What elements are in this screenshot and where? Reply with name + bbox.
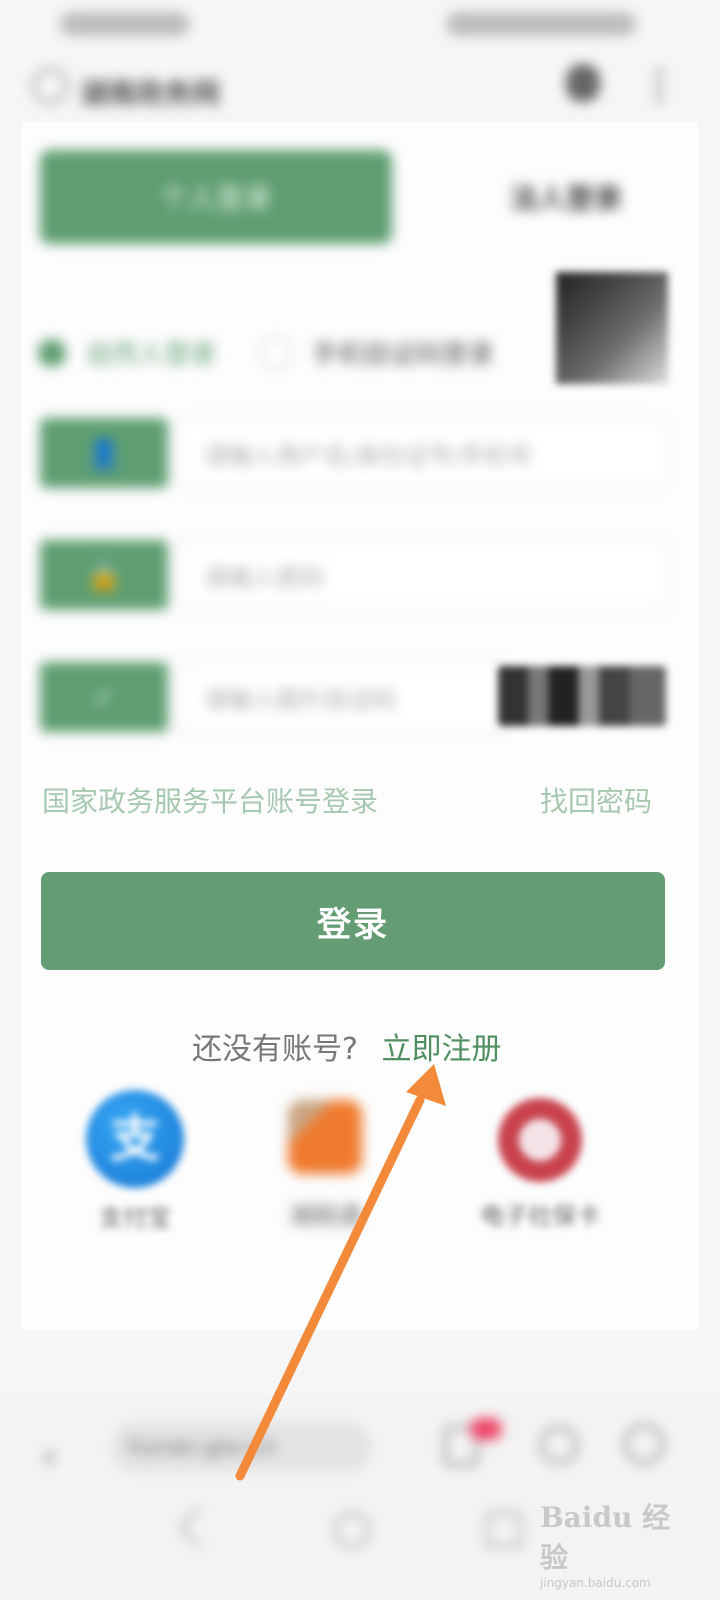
radio-checked-icon [38, 338, 66, 367]
radio-sms-login[interactable]: 手机验证码登录 [260, 334, 494, 371]
app-header: 湖南政务网 [0, 50, 720, 122]
watermark-url: jingyan.baidu.com [540, 1576, 651, 1590]
page-title: 湖南政务网 [80, 77, 221, 110]
status-bar [0, 0, 720, 50]
tab-personal-login[interactable]: 个人登录 [40, 150, 392, 244]
login-button[interactable]: 登录 [41, 872, 665, 970]
register-prompt: 还没有账号? [192, 1032, 358, 1067]
user-icon[interactable] [566, 64, 600, 102]
third-party-label: 湘税通 [289, 1202, 361, 1230]
register-row: 还没有账号? 立即注册 [192, 1024, 501, 1068]
xiangshuitong-icon [288, 1100, 362, 1174]
password-input[interactable]: 请输入密码 [178, 540, 668, 610]
shield-icon: ✓ [40, 662, 168, 732]
radio-natural-person[interactable]: 自然人登录 [38, 334, 216, 371]
register-now-link[interactable]: 立即注册 [381, 1032, 501, 1067]
captcha-input[interactable]: 请输入图片验证码 [178, 662, 508, 732]
alipay-icon: 支 [86, 1090, 184, 1188]
qr-code-login-icon[interactable] [556, 272, 668, 384]
battery-icon [446, 12, 636, 36]
radio-unchecked-icon [260, 336, 292, 369]
more-icon[interactable] [655, 66, 663, 104]
site-logo-icon [32, 68, 68, 104]
system-recent-apps-icon[interactable] [486, 1512, 522, 1548]
system-back-icon[interactable] [177, 1505, 221, 1549]
address-bar[interactable]: hunan.gov.cn [112, 1422, 372, 1472]
user-field-icon: 👤 [40, 418, 168, 488]
back-icon[interactable]: ‹ [42, 1436, 56, 1477]
radio-label: 手机验证码登录 [312, 340, 495, 370]
radio-label: 自然人登录 [86, 340, 217, 370]
baidu-watermark: Baidu 经验 jingyan.baidu.com [540, 1496, 690, 1590]
baidu-logo: Baidu 经验 [540, 1501, 671, 1574]
system-home-icon[interactable] [334, 1512, 370, 1548]
username-input[interactable]: 请输入用户名/身份证号/手机号 [178, 418, 668, 488]
social-security-card-icon [498, 1098, 582, 1182]
alipay-login-button[interactable]: 支 支付宝 [86, 1090, 184, 1232]
tab-legal-login[interactable]: 法人登录 [460, 150, 672, 244]
username-field: 👤 请输入用户名/身份证号/手机号 [40, 418, 668, 488]
notification-badge [470, 1418, 502, 1440]
signal-icon [60, 12, 190, 36]
national-platform-login-link[interactable]: 国家政务服务平台账号登录 [42, 780, 378, 820]
third-party-label: 电子社保卡 [480, 1202, 600, 1230]
social-security-card-login-button[interactable]: 电子社保卡 [480, 1098, 600, 1230]
home-icon[interactable] [540, 1426, 578, 1464]
xiangshuitong-login-button[interactable]: 湘税通 [288, 1100, 362, 1230]
forgot-password-link[interactable]: 找回密码 [540, 780, 652, 820]
search-icon[interactable] [624, 1424, 664, 1464]
password-field: 🔒 请输入密码 [40, 540, 668, 610]
captcha-image[interactable] [498, 666, 666, 726]
lock-icon: 🔒 [40, 540, 168, 610]
